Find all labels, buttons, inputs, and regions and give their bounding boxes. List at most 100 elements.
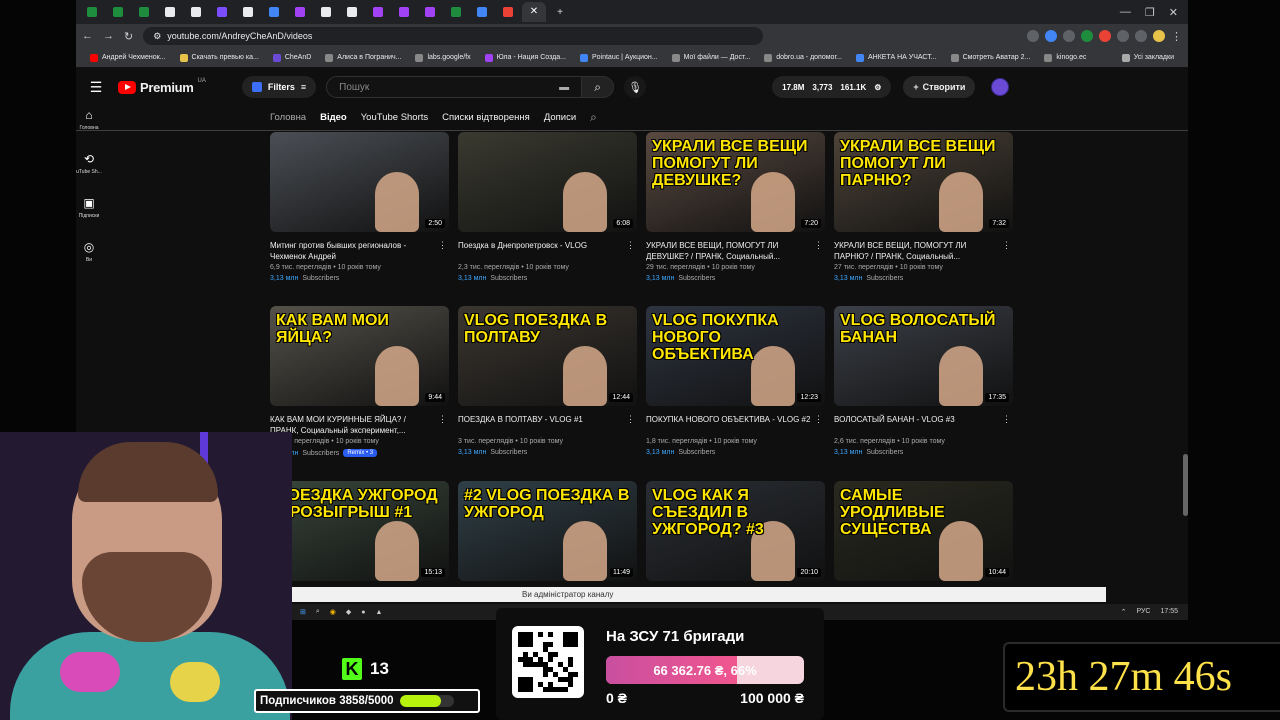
tab-shorts[interactable]: YouTube Shorts — [361, 112, 428, 123]
video-title[interactable]: УКРАЛИ ВСЕ ВЕЩИ, ПОМОГУТ ЛИ ПАРНЮ? / ПРА… — [834, 240, 1013, 262]
channel-stats-widget[interactable]: 17.8M 3,773 161.1K ⚙ — [772, 76, 892, 98]
search-button[interactable]: ⌕ — [582, 76, 615, 98]
youtube-logo[interactable]: Premium UA — [118, 78, 206, 95]
profile-icon[interactable] — [1153, 29, 1165, 42]
create-button[interactable]: + Створити — [903, 76, 976, 98]
sidebar-item-you[interactable]: ◎ Ви — [76, 240, 102, 284]
video-card[interactable]: УКРАЛИ ВСЕ ВЕЩИ ПОМОГУТ ЛИ ДЕВУШКЕ? 7:20 У… — [646, 132, 825, 282]
tab-videos[interactable]: Відео — [320, 112, 347, 123]
bookmark-item[interactable]: Pointauc | Аукцион... — [579, 53, 658, 62]
keyboard-icon[interactable]: ▬ — [559, 82, 569, 93]
all-bookmarks[interactable]: Усі закладки — [1121, 53, 1174, 62]
video-card[interactable]: #2 VLOG ПОЕЗДКА В УЖГОРОД 11:49 — [458, 481, 637, 581]
scrollbar[interactable] — [1183, 454, 1188, 516]
video-thumbnail[interactable]: 2:50 — [270, 132, 449, 232]
voice-search-button[interactable]: 🎙 — [624, 76, 647, 98]
video-card[interactable]: VLOG ВОЛОСАТЫЙ БАНАН 17:35 ВОЛОСАТЫЙ БАНАН… — [834, 306, 1013, 456]
browser-tab[interactable] — [496, 2, 520, 22]
browser-tab-active[interactable]: ✕ — [522, 2, 546, 22]
tab-playlists[interactable]: Списки відтворення — [442, 112, 530, 123]
video-card[interactable]: УКРАЛИ ВСЕ ВЕЩИ ПОМОГУТ ЛИ ПАРНЮ? 7:32 УКР… — [834, 132, 1013, 282]
tab-home[interactable]: Головна — [270, 112, 306, 123]
video-thumbnail[interactable]: VLOG ВОЛОСАТЫЙ БАНАН 17:35 — [834, 306, 1013, 406]
browser-tab[interactable] — [210, 2, 234, 22]
video-card[interactable]: 6:08 Поездка в Днепропетровск - VLOG ⋮ 2,3 … — [458, 132, 637, 282]
bookmark-item[interactable]: CheAnD — [272, 53, 311, 62]
browser-tab[interactable] — [444, 2, 468, 22]
bookmark-item[interactable]: kinogo.ec — [1044, 53, 1086, 62]
more-options-icon[interactable]: ⋮ — [1002, 240, 1011, 251]
video-thumbnail[interactable]: VLOG КАК Я СЪЕЗДИЛ В УЖГОРОД? #3 20:10 — [646, 481, 825, 581]
menu-dots-icon[interactable]: ⋮ — [1171, 30, 1182, 43]
bookmark-item[interactable]: Скачать превью ка... — [179, 53, 259, 62]
app-icon[interactable]: ● — [361, 609, 365, 616]
video-card[interactable]: VLOG ПОКУПКА НОВОГО ОБЪЕКТИВА 12:23 ПОКУПК… — [646, 306, 825, 456]
extension-icon[interactable] — [1081, 29, 1093, 42]
reload-icon[interactable]: ↻ — [124, 30, 133, 43]
video-card[interactable]: 2:50 Митинг против бывших регионалов - Че… — [270, 132, 449, 282]
browser-tab[interactable] — [418, 2, 442, 22]
video-title[interactable]: КАК ВАМ МОИ КУРИННЫЕ ЯЙЦА? / ПРАНК, Соци… — [270, 414, 449, 436]
extension-icon[interactable] — [1117, 29, 1129, 42]
browser-tab[interactable] — [314, 2, 338, 22]
video-card[interactable]: САМЫЕ УРОДЛИВЫЕ СУЩЕСТВА 10:44 — [834, 481, 1013, 581]
browser-tab[interactable] — [158, 2, 182, 22]
browser-tab[interactable] — [262, 2, 286, 22]
browser-tab[interactable] — [184, 2, 208, 22]
more-options-icon[interactable]: ⋮ — [1002, 414, 1011, 425]
video-thumbnail[interactable]: VLOG ПОКУПКА НОВОГО ОБЪЕКТИВА 12:23 — [646, 306, 825, 406]
extension-icon[interactable] — [1027, 29, 1039, 42]
app-icon[interactable]: ◆ — [346, 608, 351, 616]
video-card[interactable]: КАК ВАМ МОИ ЯЙЦА? 9:44 КАК ВАМ МОИ КУРИННЫ… — [270, 306, 449, 457]
site-info-icon[interactable]: ⚙ — [153, 31, 161, 42]
channel-search-icon[interactable]: ⌕ — [590, 110, 597, 125]
browser-tab[interactable] — [366, 2, 390, 22]
language-indicator[interactable]: РУС — [1136, 608, 1150, 616]
browser-tab[interactable] — [288, 2, 312, 22]
back-icon[interactable]: ← — [82, 30, 93, 42]
browser-tab[interactable] — [470, 2, 494, 22]
video-thumbnail[interactable]: КАК ВАМ МОИ ЯЙЦА? 9:44 — [270, 306, 449, 406]
video-card[interactable]: ПОЕЗДКА УЖГОРОД + РОЗЫГРЫШ #1 15:13 — [270, 481, 449, 581]
video-thumbnail[interactable]: ПОЕЗДКА УЖГОРОД + РОЗЫГРЫШ #1 15:13 — [270, 481, 449, 581]
video-title[interactable]: ВОЛОСАТЫЙ БАНАН - VLOG #3 — [834, 414, 1013, 436]
forward-icon[interactable]: → — [103, 30, 114, 42]
video-thumbnail[interactable]: 6:08 — [458, 132, 637, 232]
new-tab-button[interactable]: + — [548, 2, 572, 22]
windows-start-icon[interactable]: ⊞ — [300, 608, 306, 616]
sidebar-item-subscriptions[interactable]: ▣ Підписки — [76, 196, 102, 240]
close-icon[interactable]: ✕ — [530, 7, 538, 17]
filters-button[interactable]: Filters ≡ — [241, 76, 317, 98]
video-card[interactable]: VLOG ПОЕЗДКА В ПОЛТАВУ 12:44 ПОЕЗДКА В ПОЛ… — [458, 306, 637, 456]
remix-badge[interactable]: Remix • 3 — [343, 449, 378, 457]
video-thumbnail[interactable]: VLOG ПОЕЗДКА В ПОЛТАВУ 12:44 — [458, 306, 637, 406]
video-card[interactable]: VLOG КАК Я СЪЕЗДИЛ В УЖГОРОД? #3 20:10 — [646, 481, 825, 581]
browser-tab[interactable] — [236, 2, 260, 22]
bookmark-item[interactable]: Смотреть Аватар 2... — [950, 53, 1030, 62]
more-options-icon[interactable]: ⋮ — [814, 240, 823, 251]
hamburger-menu-icon[interactable]: ☰ — [84, 79, 108, 96]
video-title[interactable]: УКРАЛИ ВСЕ ВЕЩИ, ПОМОГУТ ЛИ ДЕВУШКЕ? / П… — [646, 240, 825, 262]
browser-tab[interactable] — [392, 2, 416, 22]
chevron-up-icon[interactable]: ⌃ — [1121, 608, 1127, 616]
video-thumbnail[interactable]: УКРАЛИ ВСЕ ВЕЩИ ПОМОГУТ ЛИ ПАРНЮ? 7:32 — [834, 132, 1013, 232]
search-icon[interactable]: ⌕ — [316, 608, 320, 616]
bookmark-item[interactable]: labs.google/fx — [415, 53, 471, 62]
url-field[interactable]: ⚙ youtube.com/AndreyCheAnD/videos — [143, 27, 764, 45]
extension-icon[interactable] — [1045, 29, 1057, 42]
chrome-icon[interactable]: ◉ — [330, 608, 336, 616]
maximize-icon[interactable]: ❐ — [1145, 6, 1155, 19]
browser-tab[interactable] — [106, 2, 130, 22]
settings-icon[interactable]: ⚙ — [874, 83, 881, 92]
browser-tab[interactable] — [132, 2, 156, 22]
bookmark-item[interactable]: Алиса в Погранич... — [325, 53, 401, 62]
extension-icon[interactable] — [1099, 29, 1111, 42]
bookmark-item[interactable]: Мої файли — Дост... — [671, 53, 750, 62]
bookmark-item[interactable]: Андрей Чехменок... — [90, 53, 166, 62]
video-thumbnail[interactable]: #2 VLOG ПОЕЗДКА В УЖГОРОД 11:49 — [458, 481, 637, 581]
browser-tab[interactable] — [340, 2, 364, 22]
clock[interactable]: 17:55 — [1160, 608, 1178, 616]
browser-tab[interactable] — [80, 2, 104, 22]
tab-posts[interactable]: Дописи — [544, 112, 576, 123]
video-title[interactable]: Митинг против бывших регионалов - Чехмен… — [270, 240, 449, 262]
